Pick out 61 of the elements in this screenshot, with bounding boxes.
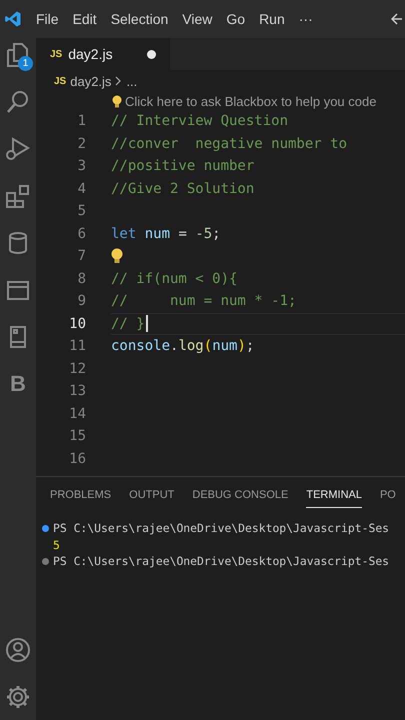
- breadcrumb-item[interactable]: day2.js: [70, 74, 112, 88]
- panel-tab[interactable]: PROBLEMS: [50, 489, 112, 508]
- line-number: 11: [68, 338, 86, 354]
- command-status-dot[interactable]: [42, 558, 49, 565]
- code-line: //positive number: [111, 158, 254, 174]
- line-number: 10: [68, 316, 86, 332]
- search-icon[interactable]: [5, 89, 31, 115]
- settings-icon[interactable]: [5, 684, 31, 710]
- menu-item[interactable]: View: [182, 11, 212, 27]
- lightbulb-icon[interactable]: [111, 248, 123, 264]
- ai-hint-text[interactable]: Click here to ask Blackbox to help you code: [125, 94, 376, 108]
- line-number: 15: [68, 428, 86, 444]
- terminal-prompt: PS C:\Users\rajee\OneDrive\Desktop\Javascript-Ses: [53, 521, 390, 536]
- arrow-icon[interactable]: [391, 12, 403, 26]
- panel-tab[interactable]: PO: [380, 489, 396, 508]
- text-cursor: [146, 315, 148, 332]
- code-line: // num = num * -1;: [111, 293, 296, 310]
- menu-item[interactable]: Selection: [110, 11, 168, 27]
- extension-letter[interactable]: B: [10, 371, 26, 397]
- line-number: 3: [76, 158, 86, 174]
- line-number: 14: [68, 406, 86, 422]
- menu-item[interactable]: Go: [226, 11, 246, 27]
- panel-tab[interactable]: OUTPUT: [129, 489, 174, 508]
- code-line: console.log(num);: [111, 338, 254, 354]
- menu-item[interactable]: File: [36, 11, 59, 27]
- line-number: 6: [76, 226, 86, 242]
- code-line: // Interview Question: [111, 113, 288, 130]
- line-number: 7: [76, 248, 86, 264]
- line-number: 8: [76, 270, 86, 287]
- line-number: 16: [68, 450, 86, 467]
- line-number: 9: [76, 293, 86, 310]
- menu-item[interactable]: Run: [259, 11, 285, 27]
- menu-item[interactable]: Edit: [72, 11, 97, 27]
- code-line: // }: [111, 316, 145, 332]
- line-number: 1: [76, 113, 86, 130]
- menu-item[interactable]: ···: [298, 11, 313, 27]
- run-debug-icon[interactable]: [5, 136, 31, 162]
- files-icon[interactable]: [5, 42, 31, 68]
- chevron-icon: [115, 76, 122, 86]
- line-number: 4: [76, 180, 86, 197]
- code-line: // if(num < 0){: [111, 270, 238, 287]
- line-number: 12: [68, 360, 86, 377]
- panel-tab[interactable]: DEBUG CONSOLE: [192, 489, 288, 508]
- notification-badge: 1: [18, 56, 33, 71]
- code-line: let num = -5;: [111, 226, 221, 242]
- breadcrumb-item[interactable]: ...: [126, 74, 138, 88]
- line-number: 5: [76, 203, 86, 220]
- terminal-output: 5: [53, 538, 60, 552]
- code-line: //conver negative number to: [111, 136, 348, 152]
- account-icon[interactable]: [5, 637, 31, 663]
- lightbulb-icon[interactable]: [112, 94, 122, 108]
- terminal-prompt: PS C:\Users\rajee\OneDrive\Desktop\Javascript-Ses: [53, 554, 390, 568]
- extensions-icon[interactable]: [5, 183, 31, 209]
- command-status-dot[interactable]: [42, 524, 49, 532]
- js-file-icon: JS: [54, 76, 66, 86]
- code-line: //Give 2 Solution: [111, 180, 254, 197]
- line-number: 2: [76, 136, 86, 152]
- editor-tab[interactable]: JS day2.js: [36, 38, 170, 70]
- panel-tab[interactable]: TERMINAL: [306, 489, 362, 508]
- line-number: 13: [68, 383, 86, 400]
- app-logo-icon: [4, 10, 22, 28]
